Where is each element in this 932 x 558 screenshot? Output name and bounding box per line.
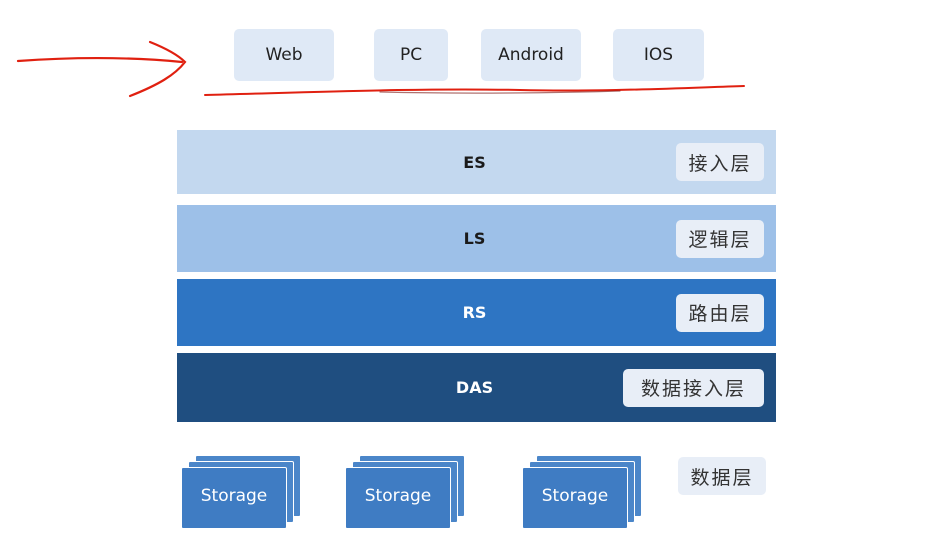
annotation-arrow-head bbox=[128, 40, 187, 98]
annotation-layer bbox=[16, 40, 745, 98]
annotation-arrow-shaft bbox=[16, 57, 184, 64]
